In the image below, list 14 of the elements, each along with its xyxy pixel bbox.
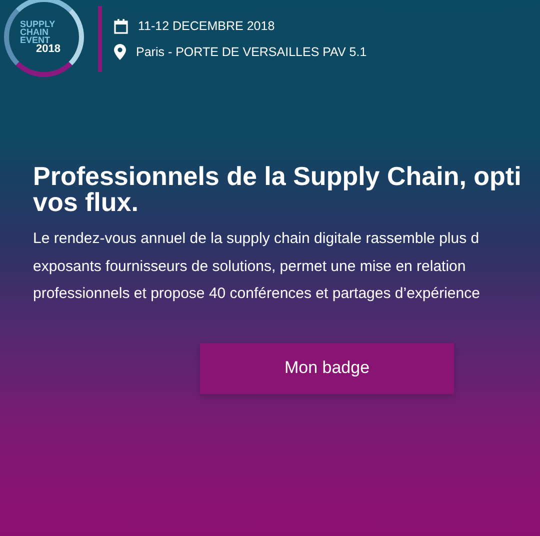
logo-text: SUPPLY (20, 20, 56, 28)
logo-year: 2018 (36, 44, 60, 54)
logo-text: CHAIN (20, 28, 48, 36)
event-date: 11-12 DECEMBRE 2018 (138, 19, 275, 33)
hero-title: Professionnels de la Supply Chain, opti (33, 163, 522, 189)
hero-description: Le rendez-vous annuel de la supply chain digitale rassemble plus d (33, 229, 480, 249)
event-location: Paris - PORTE DE VERSAILLES PAV 5.1 (136, 44, 367, 58)
hero-description: exposants fournisseurs de solutions, permet une mise en relation (33, 256, 467, 276)
hero-title: vos flux. (33, 189, 140, 215)
location-pin-icon (114, 44, 126, 60)
hero-description: professionnels et propose 40 conférences et partages d’expérience (33, 284, 481, 304)
calendar-icon (114, 18, 128, 34)
logo-text: EVENT (20, 36, 50, 44)
badge-button[interactable]: Mon badge (200, 342, 454, 394)
